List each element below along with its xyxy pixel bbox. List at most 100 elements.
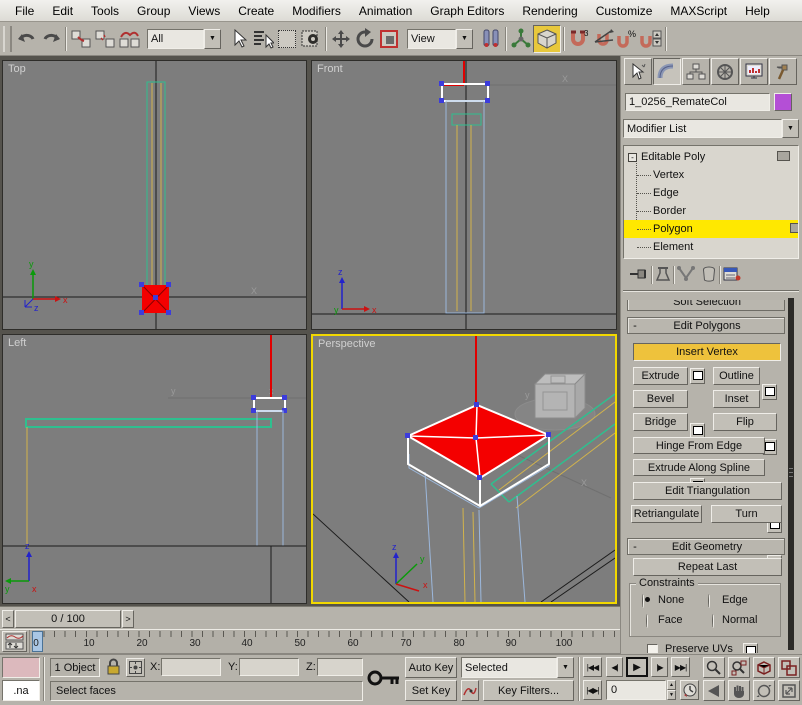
menu-create[interactable]: Create — [229, 2, 283, 20]
next-frame-button[interactable]: > — [122, 610, 134, 628]
redo-icon[interactable] — [39, 27, 63, 51]
viewport-left[interactable]: y x — [2, 334, 307, 604]
tab-motion[interactable] — [711, 58, 739, 85]
extrude-button[interactable]: Extrude — [633, 367, 688, 385]
zoom-icon[interactable] — [703, 657, 725, 678]
object-name-field[interactable]: 1_0256_RemateCol — [625, 93, 770, 111]
time-configuration-icon[interactable] — [680, 680, 699, 700]
set-keys-icon[interactable] — [367, 664, 401, 695]
edit-polygons-rollout-header[interactable]: - Edit Polygons — [627, 317, 785, 334]
constraint-none-radio[interactable] — [642, 594, 644, 608]
constraint-none-label[interactable]: None — [658, 594, 684, 606]
tab-create[interactable] — [624, 58, 652, 85]
viewport-top[interactable]: X y — [2, 60, 307, 330]
z-coordinate-field[interactable] — [317, 658, 363, 676]
configure-modifier-sets-icon[interactable] — [723, 266, 741, 285]
stack-item-element[interactable]: Element — [624, 238, 799, 256]
preserve-uvs-checkbox[interactable] — [647, 644, 658, 653]
spinner-down-icon[interactable]: ▼ — [667, 690, 676, 700]
select-and-scale-icon[interactable] — [377, 27, 401, 51]
bridge-button[interactable]: Bridge — [633, 413, 688, 431]
rectangular-selection-region-icon[interactable] — [275, 27, 299, 51]
stack-item-vertex[interactable]: Vertex — [624, 166, 799, 184]
select-object-icon[interactable] — [227, 27, 251, 51]
stack-item-border[interactable]: Border — [624, 202, 799, 220]
constraint-normal-label[interactable]: Normal — [722, 614, 757, 626]
select-by-name-icon[interactable] — [251, 27, 275, 51]
constraint-edge-label[interactable]: Edge — [722, 594, 748, 606]
menu-group[interactable]: Group — [128, 2, 179, 20]
auto-key-button[interactable]: Auto Key — [405, 657, 457, 678]
stack-item-polygon-selected[interactable]: Polygon — [624, 220, 799, 238]
preserve-uvs-settings-button[interactable] — [743, 643, 758, 653]
dropdown-arrow-icon[interactable]: ▼ — [557, 657, 574, 678]
set-key-button[interactable]: Set Key — [405, 680, 457, 701]
viewport-perspective-label[interactable]: Perspective — [318, 338, 375, 350]
percent-snap-toggle-icon[interactable]: % — [615, 27, 639, 51]
stack-item-state-icon[interactable] — [777, 151, 790, 161]
menu-file[interactable]: File — [6, 2, 43, 20]
previous-frame-transport-button[interactable]: ◀| — [606, 657, 623, 677]
pan-icon[interactable] — [728, 680, 750, 701]
soft-selection-rollout-header[interactable]: Soft Selection — [627, 300, 785, 311]
tab-display[interactable] — [740, 58, 768, 85]
outline-button[interactable]: Outline — [713, 367, 760, 385]
previous-frame-button[interactable]: < — [2, 610, 14, 628]
default-in-out-tangents-icon[interactable] — [461, 680, 479, 701]
snap-3d-icon[interactable]: 3 — [567, 27, 591, 51]
inset-button[interactable]: Inset — [713, 390, 760, 408]
spinner-up-icon[interactable]: ▲ — [667, 680, 676, 690]
menu-rendering[interactable]: Rendering — [513, 2, 586, 20]
stack-item-editable-poly[interactable]: - Editable Poly — [624, 148, 798, 166]
undo-icon[interactable] — [15, 27, 39, 51]
retriangulate-button[interactable]: Retriangulate — [631, 505, 702, 523]
viewport-left-label[interactable]: Left — [8, 337, 26, 349]
pin-stack-icon[interactable] — [629, 266, 649, 285]
window-crossing-toggle-icon[interactable] — [299, 27, 323, 51]
stack-item-state-icon[interactable] — [790, 223, 799, 233]
menu-graph-editors[interactable]: Graph Editors — [421, 2, 513, 20]
select-and-link-icon[interactable] — [69, 27, 93, 51]
bind-to-space-warp-icon[interactable] — [117, 27, 141, 51]
tab-modify[interactable] — [653, 58, 681, 85]
listener-splitter[interactable] — [43, 657, 45, 701]
dropdown-arrow-icon[interactable]: ▼ — [456, 29, 473, 49]
select-and-rotate-icon[interactable] — [353, 27, 377, 51]
maxscript-listener-pane[interactable]: .na — [2, 680, 40, 701]
selection-filter-dropdown[interactable]: All ▼ — [147, 29, 221, 49]
edit-triangulation-button[interactable]: Edit Triangulation — [633, 482, 782, 500]
tab-hierarchy[interactable] — [682, 58, 710, 85]
time-slider[interactable]: 0 / 100 — [15, 610, 121, 628]
play-button[interactable]: ▶ — [626, 657, 648, 677]
outline-settings-button[interactable] — [762, 384, 777, 400]
remove-modifier-icon[interactable] — [701, 266, 717, 285]
go-to-start-button[interactable]: |◀◀ — [583, 657, 602, 677]
selection-lock-icon[interactable] — [106, 658, 121, 679]
viewport-perspective[interactable]: X y — [311, 334, 617, 604]
tab-utilities[interactable] — [769, 58, 797, 85]
hinge-from-edge-button[interactable]: Hinge From Edge — [633, 437, 765, 454]
extrude-along-spline-button[interactable]: Extrude Along Spline — [633, 459, 765, 476]
repeat-last-button[interactable]: Repeat Last — [633, 558, 782, 576]
select-and-manipulate-icon[interactable] — [509, 27, 533, 51]
bevel-button[interactable]: Bevel — [633, 390, 688, 408]
reference-coordinate-system-dropdown[interactable]: View ▼ — [407, 29, 473, 49]
snaps-toggle-button[interactable] — [533, 25, 561, 53]
make-unique-icon[interactable] — [677, 266, 695, 285]
viewport-front[interactable]: X — [311, 60, 617, 330]
unlink-selection-icon[interactable] — [93, 27, 117, 51]
menu-animation[interactable]: Animation — [350, 2, 421, 20]
menu-tools[interactable]: Tools — [82, 2, 128, 20]
collapse-icon[interactable]: - — [628, 153, 637, 162]
menu-help[interactable]: Help — [736, 2, 779, 20]
next-frame-transport-button[interactable]: |▶ — [651, 657, 668, 677]
y-coordinate-field[interactable] — [239, 658, 299, 676]
timeline-ruler[interactable]: 0 10 20 30 40 50 60 70 80 90 100 — [29, 630, 619, 653]
insert-vertex-button[interactable]: Insert Vertex — [633, 343, 781, 361]
rollout-scrollbar-thumb[interactable] — [788, 298, 794, 650]
field-of-view-icon[interactable] — [703, 680, 725, 701]
menu-customize[interactable]: Customize — [587, 2, 662, 20]
constraint-face-label[interactable]: Face — [658, 614, 682, 626]
use-pivot-point-center-icon[interactable] — [479, 27, 503, 51]
stack-item-edge[interactable]: Edge — [624, 184, 799, 202]
